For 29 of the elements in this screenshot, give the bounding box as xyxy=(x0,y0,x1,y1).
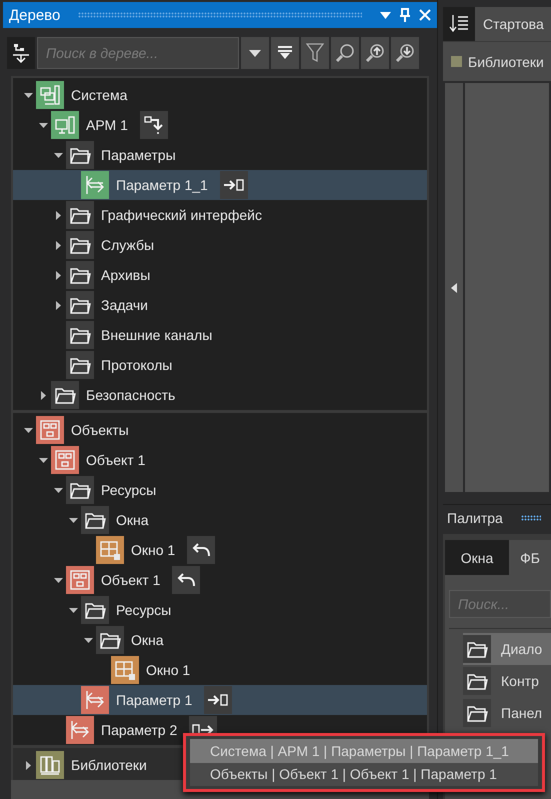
palette-item-label: Панел xyxy=(501,705,542,721)
tree-item-label: Архивы xyxy=(101,267,150,283)
toolbar-label: Библиотеки xyxy=(468,54,544,70)
tree-item-label: Протоколы xyxy=(101,357,172,373)
palette-item-label: Контр xyxy=(501,673,539,689)
tree-item-label: Параметр 2 xyxy=(101,722,178,738)
tree-item-label: Задачи xyxy=(101,297,148,313)
panel-title: Палитра xyxy=(447,510,503,526)
tree-item-label: Система xyxy=(71,87,128,103)
tree-item-label: Окна xyxy=(116,512,149,528)
tree-item-label: Окна xyxy=(131,632,164,648)
tree-item-label: Ресурсы xyxy=(101,482,156,498)
tree-item-label: Параметры xyxy=(101,147,176,163)
tree-item-label: Объекты xyxy=(71,422,129,438)
tree-item-label: Ресурсы xyxy=(116,602,172,618)
tree-item-label: Параметр 1_1 xyxy=(116,177,208,193)
tree-item-label: Окно 1 xyxy=(131,542,176,558)
tree-item-label: Библиотеки xyxy=(71,757,147,773)
tree-item-label: Службы xyxy=(101,237,154,253)
tree-item-label: Внешние каналы xyxy=(101,327,212,343)
tree-item-label: Объект 1 xyxy=(101,572,160,588)
tree-item-label: Объект 1 xyxy=(86,452,146,468)
tree-item-label: АРМ 1 xyxy=(86,117,128,133)
panel-title: Дерево xyxy=(9,6,60,24)
tree-item-label: Графический интерфейс xyxy=(101,207,262,223)
palette-item-label: Диало xyxy=(501,641,542,657)
tree-item-label: Параметр 1 xyxy=(116,692,192,708)
tree-item-label: Безопасность xyxy=(86,387,176,403)
tree-item-label: Окно 1 xyxy=(146,662,190,678)
